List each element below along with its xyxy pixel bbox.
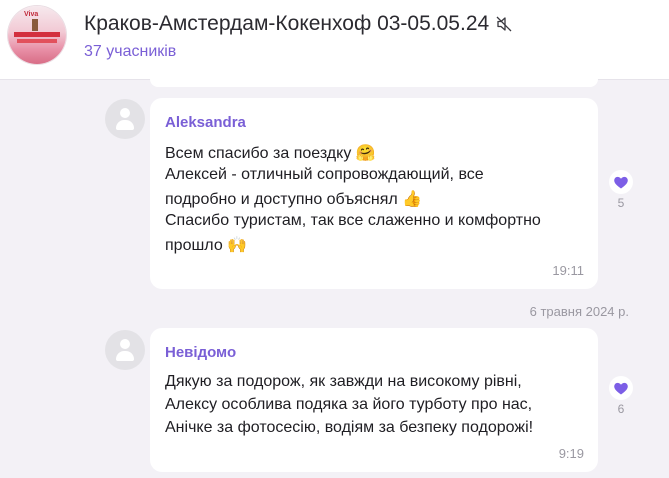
avatar-banner: [14, 32, 60, 37]
reaction[interactable]: 5: [607, 170, 635, 210]
chat-header: Viva Краков-Амстердам-Кокенхоф 03-05.05.…: [0, 0, 669, 80]
message-text-line: подробно и доступно объяснял 👍: [165, 191, 423, 208]
message-text-line: прошло 🙌: [165, 237, 248, 254]
title-row[interactable]: Краков-Амстердам-Кокенхоф 03-05.05.24: [84, 12, 513, 36]
avatar[interactable]: [105, 330, 145, 370]
message-bubble[interactable]: Невідомо Дякую за подорож, як завжди на …: [150, 328, 598, 472]
user-icon: [120, 339, 130, 349]
heart-icon[interactable]: [609, 376, 633, 400]
members-count[interactable]: 37 учасників: [84, 43, 176, 61]
message-text-line: Алексу особлива подяка за його турботу п…: [165, 396, 533, 413]
reaction[interactable]: 6: [607, 376, 635, 416]
message-bubble[interactable]: Aleksandra Всем спасибо за поездку 🤗 Але…: [150, 98, 598, 289]
message-text-line: Алексей - отличный сопровождающий, все: [165, 166, 484, 183]
reaction-count: 5: [617, 196, 625, 210]
message-text-line: Спасибо туристам, так все слаженно и ком…: [165, 212, 541, 229]
group-avatar[interactable]: Viva: [8, 6, 66, 64]
muted-speaker-icon: [495, 15, 513, 33]
heart-icon[interactable]: [609, 170, 633, 194]
message-text-line: Анічке за фотосесію, водіям за безпеку п…: [165, 419, 534, 436]
message-text-line: Всем спасибо за поездку 🤗: [165, 145, 376, 162]
avatar-banner: [17, 39, 57, 43]
sender-name[interactable]: Невідомо: [165, 344, 236, 361]
windmill-image: [32, 19, 38, 31]
avatar[interactable]: [105, 99, 145, 139]
message-time: 9:19: [558, 446, 584, 461]
message-text-line: Дякую за подорож, як завжди на високому …: [165, 373, 522, 390]
reaction-count: 6: [617, 402, 625, 416]
user-icon: [120, 108, 130, 118]
sender-name[interactable]: Aleksandra: [165, 114, 246, 131]
chat-title[interactable]: Краков-Амстердам-Кокенхоф 03-05.05.24: [84, 12, 489, 36]
user-icon-body: [116, 120, 134, 130]
avatar-logo: Viva: [24, 11, 39, 18]
previous-message-bubble: [150, 79, 598, 87]
message-time: 19:11: [552, 263, 584, 278]
user-icon-body: [116, 351, 134, 361]
date-separator: 6 травня 2024 р.: [529, 304, 629, 319]
